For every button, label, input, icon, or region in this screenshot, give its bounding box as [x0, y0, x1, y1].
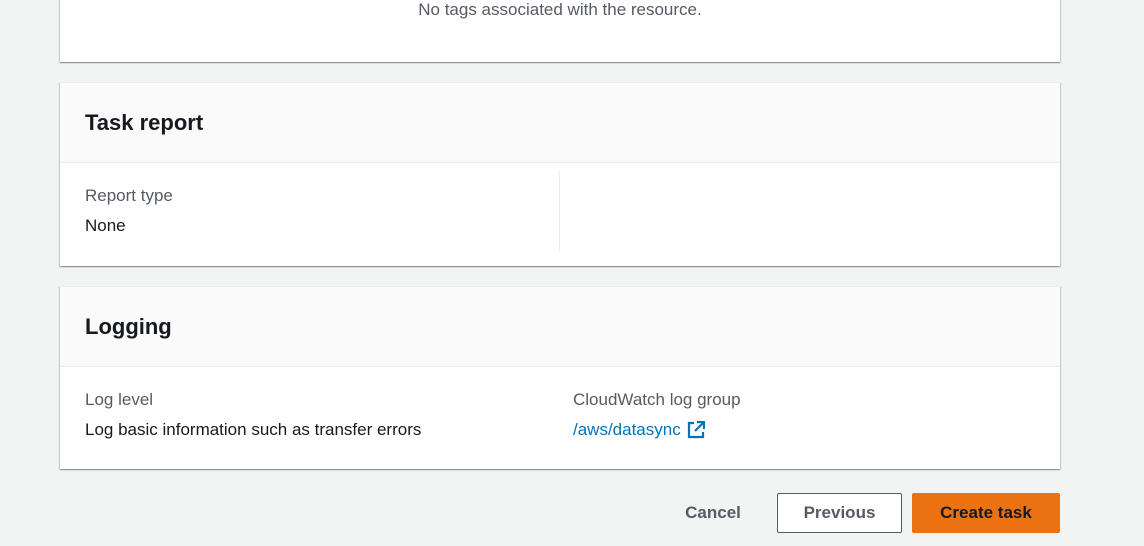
task-report-panel: Task report Report type None	[60, 82, 1060, 266]
report-type-label: Report type	[85, 186, 173, 205]
cancel-button[interactable]: Cancel	[670, 493, 756, 533]
task-report-header: Task report	[60, 83, 1060, 163]
external-link-icon	[687, 420, 705, 439]
logging-panel: Logging Log level Log basic information …	[60, 286, 1060, 469]
task-report-title: Task report	[85, 109, 204, 135]
report-type-value: None	[85, 216, 126, 235]
logging-header: Logging	[60, 287, 1060, 367]
log-group-link-text: /aws/datasync	[573, 420, 681, 439]
log-group-link[interactable]: /aws/datasync	[573, 420, 705, 440]
log-group-field: CloudWatch log group /aws/datasync	[573, 390, 741, 440]
log-level-value: Log basic information such as transfer e…	[85, 420, 422, 439]
log-level-field: Log level Log basic information such as …	[85, 390, 421, 440]
previous-button[interactable]: Previous	[777, 493, 902, 533]
no-tags-message: No tags associated with the resource.	[418, 0, 702, 19]
logging-title: Logging	[85, 313, 172, 339]
column-divider	[559, 171, 560, 251]
log-level-label: Log level	[85, 390, 154, 409]
tags-panel: No tags associated with the resource.	[60, 0, 1060, 62]
log-group-label: CloudWatch log group	[573, 390, 741, 409]
create-task-button[interactable]: Create task	[912, 493, 1060, 533]
report-type-field: Report type None	[85, 186, 173, 236]
